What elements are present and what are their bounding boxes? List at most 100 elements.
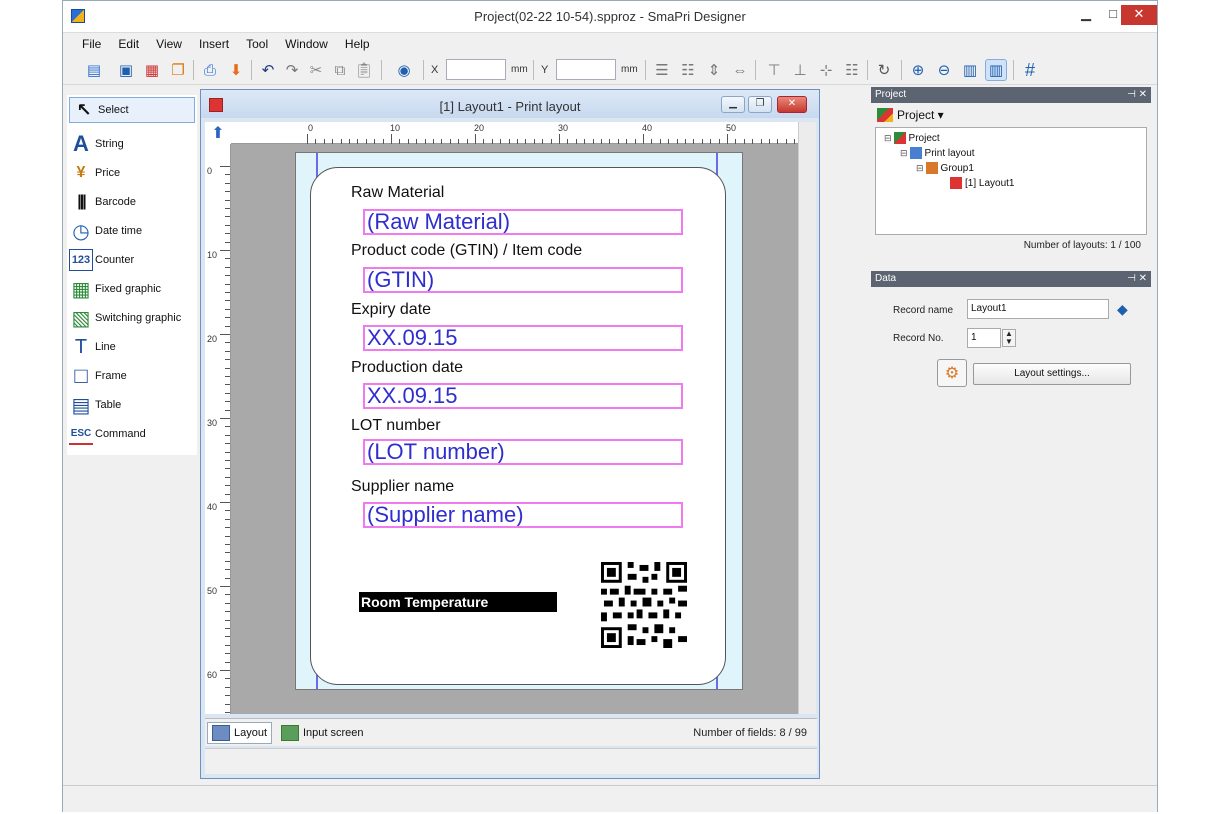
tool-line[interactable]: T Line <box>67 334 197 360</box>
new-file-icon[interactable]: ▤ <box>83 59 105 81</box>
zoom-out-icon[interactable]: ⊖ <box>933 59 955 81</box>
paste-icon[interactable]: 📋︎ <box>353 59 375 81</box>
close-button[interactable]: ✕ <box>1121 5 1157 25</box>
layout-restore-button[interactable]: ❐ <box>748 96 772 113</box>
production-date-field[interactable]: XX.09.15 <box>363 383 683 409</box>
copy-layout-icon[interactable]: ❐ <box>167 59 189 81</box>
undo-icon[interactable]: ↶ <box>257 59 279 81</box>
tree-item-project[interactable]: ⊟ Project <box>884 132 940 144</box>
menu-edit[interactable]: Edit <box>111 34 146 51</box>
align-bottom-icon[interactable]: ⊥ <box>789 59 811 81</box>
record-name-input[interactable]: Layout1 <box>967 299 1109 319</box>
ruler-tick <box>225 241 230 243</box>
expiry-date-field[interactable]: XX.09.15 <box>363 325 683 351</box>
fit-page-icon[interactable]: ▥ <box>959 59 981 81</box>
menu-file[interactable]: File <box>75 34 108 51</box>
tool-counter[interactable]: 123 Counter <box>67 247 197 273</box>
distribute-horizontal-icon[interactable]: ⇔ <box>729 59 751 81</box>
grid-icon[interactable]: # <box>1019 59 1041 81</box>
lot-number-title[interactable]: LOT number <box>351 417 441 435</box>
align-middle-icon[interactable]: ⊹ <box>815 59 837 81</box>
menu-window[interactable]: Window <box>278 34 335 51</box>
tool-switching-graphic[interactable]: ▧ Switching graphic <box>67 305 197 331</box>
tree-item-group1[interactable]: ⊟ Group1 <box>916 162 974 174</box>
collapse-icon[interactable]: ⊟ <box>900 148 908 159</box>
layouts-count: Number of layouts: 1 / 100 <box>1023 240 1141 251</box>
download-icon[interactable]: ⬇ <box>225 59 247 81</box>
design-canvas[interactable]: Raw Material (Raw Material) Product code… <box>231 144 798 714</box>
supplier-name-field[interactable]: (Supplier name) <box>363 502 683 528</box>
align-top-icon[interactable]: ⊤ <box>763 59 785 81</box>
collapse-icon[interactable]: ⊟ <box>916 163 924 174</box>
tool-price[interactable]: ¥ Price <box>67 160 197 186</box>
edit-record-icon[interactable]: ◆ <box>1117 301 1128 318</box>
tool-string[interactable]: A String <box>67 131 197 157</box>
lot-number-field[interactable]: (LOT number) <box>363 439 683 465</box>
tab-layout[interactable]: Layout <box>207 722 273 744</box>
menu-insert[interactable]: Insert <box>192 34 236 51</box>
qr-code[interactable] <box>601 562 687 648</box>
redo-icon[interactable]: ↷ <box>281 59 303 81</box>
ruler-tick <box>225 611 230 613</box>
tool-frame[interactable]: □ Frame <box>67 363 197 389</box>
vertical-scrollbar[interactable] <box>798 122 816 714</box>
window-title: Project(02-22 10-54).spproz - SmaPri Des… <box>474 9 746 24</box>
minimize-button[interactable]: ▁ <box>1071 5 1101 25</box>
ruler-tick <box>225 359 230 361</box>
help-icon[interactable]: ◉ <box>393 59 415 81</box>
tool-fixed-graphic[interactable]: ▦ Fixed graphic <box>67 276 197 302</box>
menu-view[interactable]: View <box>149 34 189 51</box>
rotate-icon[interactable]: ↻ <box>873 59 895 81</box>
record-no-stepper[interactable]: ▲ ▼ <box>1002 329 1016 347</box>
tool-select[interactable]: ↖ Select <box>69 97 195 123</box>
print-layout-node-icon <box>909 147 922 159</box>
distribute-vertical-icon[interactable]: ⇕ <box>703 59 725 81</box>
copy-icon[interactable]: ⧉ <box>329 59 351 81</box>
y-coordinate-input[interactable] <box>556 59 616 80</box>
project-dropdown[interactable]: Project ▾ <box>897 108 944 122</box>
tool-line-label: Line <box>95 341 116 353</box>
tool-table[interactable]: ▤ Table <box>67 392 197 418</box>
align-center-icon[interactable]: ☷ <box>677 59 699 81</box>
record-no-input[interactable]: 1 <box>967 328 1001 348</box>
actual-size-icon[interactable]: ▥ <box>985 59 1007 81</box>
collapse-icon[interactable]: ⊟ <box>884 133 892 144</box>
menu-tool[interactable]: Tool <box>239 34 275 51</box>
layout-settings-icon[interactable]: ⚙ <box>937 359 967 387</box>
ruler-tick <box>220 670 230 671</box>
product-code-title[interactable]: Product code (GTIN) / Item code <box>351 242 582 260</box>
project-panel-pin-close-icon[interactable]: ⊣ ✕ <box>1127 87 1147 103</box>
align-left-icon[interactable]: ☰ <box>651 59 673 81</box>
layout-minimize-button[interactable]: ▁ <box>721 96 745 113</box>
print-layout-icon[interactable]: ▦ <box>141 59 163 81</box>
ruler-tick <box>225 712 230 713</box>
space-evenly-icon[interactable]: ☷ <box>841 59 863 81</box>
layout-close-button[interactable]: ✕ <box>777 96 807 113</box>
zoom-in-icon[interactable]: ⊕ <box>907 59 929 81</box>
supplier-name-title[interactable]: Supplier name <box>351 478 454 496</box>
gtin-field[interactable]: (GTIN) <box>363 267 683 293</box>
tool-barcode[interactable]: ||| Barcode <box>67 189 197 215</box>
room-temperature-label[interactable]: Room Temperature <box>359 592 557 612</box>
tool-command[interactable]: ESC Command <box>67 421 197 447</box>
y-unit-label: mm <box>621 64 638 75</box>
ruler-origin-icon[interactable]: ⬆ <box>205 122 231 144</box>
print-preview-icon[interactable]: ⎙ <box>199 59 221 81</box>
x-coordinate-input[interactable] <box>446 59 506 80</box>
expiry-date-title[interactable]: Expiry date <box>351 301 431 319</box>
raw-material-title[interactable]: Raw Material <box>351 184 444 202</box>
tab-input-screen[interactable]: Input screen <box>277 722 368 744</box>
tree-item-layout1[interactable]: [1] Layout1 <box>950 177 1014 189</box>
tree-item-print-layout[interactable]: ⊟ Print layout <box>900 147 975 159</box>
save-icon[interactable]: ▣ <box>115 59 137 81</box>
tool-barcode-label: Barcode <box>95 196 136 208</box>
menu-help[interactable]: Help <box>338 34 377 51</box>
production-date-title[interactable]: Production date <box>351 359 463 377</box>
raw-material-field[interactable]: (Raw Material) <box>363 209 683 235</box>
cut-icon[interactable]: ✂ <box>305 59 327 81</box>
layout-settings-button[interactable]: Layout settings... <box>973 363 1131 385</box>
ruler-tick <box>225 493 230 495</box>
label-card[interactable]: Raw Material (Raw Material) Product code… <box>310 167 726 685</box>
data-panel-pin-close-icon[interactable]: ⊣ ✕ <box>1127 271 1147 287</box>
tool-date-time[interactable]: ◷ Date time <box>67 218 197 244</box>
